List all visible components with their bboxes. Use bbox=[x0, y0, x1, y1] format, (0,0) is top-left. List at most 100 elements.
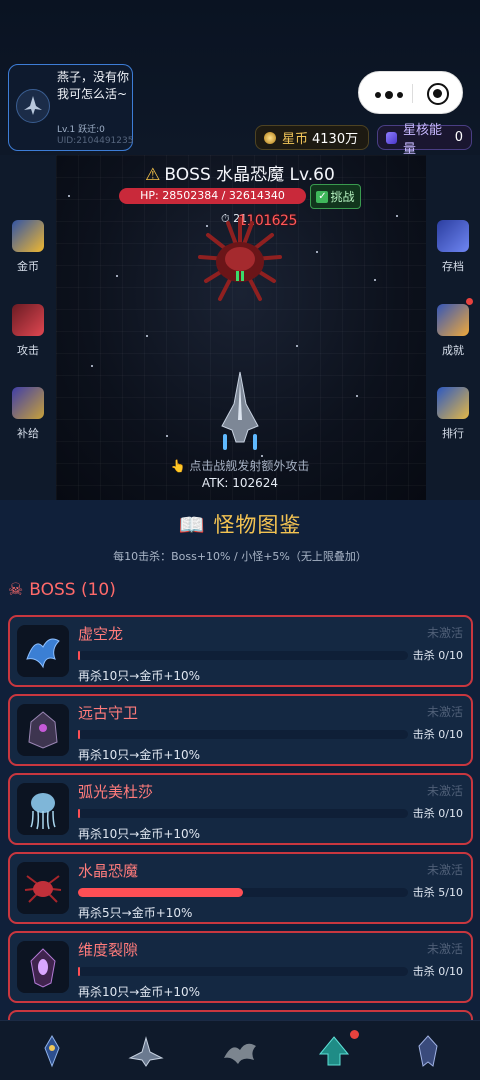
star bbox=[146, 335, 148, 337]
boss-title-text: BOSS 水晶恐魔 Lv.60 bbox=[164, 165, 335, 185]
bottom-nav bbox=[0, 1020, 480, 1080]
miniprogram-capsule bbox=[358, 71, 463, 114]
kill-progress-fill bbox=[78, 809, 80, 818]
codex-card-void-dragon[interactable]: 虚空龙 未激活 击杀 0/10 再杀10只→金币+10% bbox=[8, 615, 473, 687]
side-button-coins[interactable]: 金币 bbox=[0, 220, 56, 274]
crab-icon bbox=[24, 875, 62, 903]
star bbox=[296, 345, 298, 347]
supply-crate-icon bbox=[12, 387, 44, 419]
arc-medusa-thumb bbox=[17, 783, 69, 835]
entry-name: 远古守卫 bbox=[78, 704, 139, 722]
capsule-divider bbox=[412, 84, 413, 103]
check-icon: ✓ bbox=[316, 190, 329, 203]
jellyfish-icon bbox=[30, 793, 56, 830]
kill-progress-track bbox=[78, 730, 408, 739]
boss-title: ⚠ BOSS 水晶恐魔 Lv.60 bbox=[0, 160, 480, 185]
boss-section-title: BOSS (10) bbox=[29, 580, 116, 600]
more-menu-icon[interactable] bbox=[375, 91, 403, 99]
codex-title: 📖 怪物图鉴 bbox=[0, 509, 480, 539]
star bbox=[68, 195, 70, 197]
side-button-achievements[interactable]: 成就 bbox=[426, 304, 480, 358]
profile-uid: UID:2104491235 bbox=[57, 136, 134, 146]
nav-tab-emblem[interactable] bbox=[28, 1029, 76, 1073]
side-button-ranking[interactable]: 排行 bbox=[426, 387, 480, 441]
entry-reward: 再杀10只→金币+10% bbox=[78, 985, 201, 999]
emblem-icon bbox=[44, 1035, 60, 1068]
star bbox=[356, 395, 358, 397]
side-button-supply[interactable]: 补给 bbox=[0, 387, 56, 441]
crystal-horror-boss[interactable] bbox=[190, 215, 290, 305]
nav-tab-fleet[interactable] bbox=[122, 1029, 170, 1073]
codex-card-arc-medusa[interactable]: 弧光美杜莎 未激活 击杀 0/10 再杀10只→金币+10% bbox=[8, 773, 473, 845]
star bbox=[91, 365, 93, 367]
star bbox=[374, 279, 376, 281]
dragon-icon bbox=[26, 638, 60, 669]
close-miniprogram-icon[interactable] bbox=[427, 83, 449, 105]
guardian-icon bbox=[28, 711, 58, 749]
void-dragon-thumb bbox=[17, 625, 69, 677]
entry-state: 未激活 bbox=[426, 863, 463, 877]
rift-icon bbox=[30, 948, 56, 988]
kill-progress-fill bbox=[78, 651, 80, 660]
nav-tab-badge[interactable] bbox=[404, 1029, 452, 1073]
dragon-icon bbox=[224, 1043, 256, 1064]
coin-value: 4130万 bbox=[312, 132, 359, 147]
star bbox=[396, 215, 398, 217]
core-energy-value: 0 bbox=[454, 130, 463, 145]
core-energy-counter: 星核能量 0 bbox=[377, 123, 472, 157]
coin-label: 星币 bbox=[282, 132, 309, 147]
coin-icon bbox=[264, 131, 276, 144]
notification-dot bbox=[466, 298, 473, 305]
kill-progress-track bbox=[78, 967, 408, 976]
profile-level: Lv.1 跃迁:0 bbox=[57, 125, 105, 135]
tap-hint-text: 点击战舰发射额外攻击 bbox=[189, 459, 310, 473]
side-button-label: 存档 bbox=[442, 260, 464, 273]
player-battleship[interactable] bbox=[218, 370, 262, 454]
upgrade-arrow-icon bbox=[318, 1036, 350, 1066]
entry-state: 未激活 bbox=[426, 942, 463, 956]
entry-state: 未激活 bbox=[426, 626, 463, 640]
profile-card[interactable]: 燕子，没有你我可怎么活~ Lv.1 跃迁:0 UID:2104491235 bbox=[8, 64, 133, 151]
kill-progress-fill bbox=[78, 967, 80, 976]
star bbox=[166, 435, 168, 437]
entry-name: 虚空龙 bbox=[78, 625, 124, 643]
side-button-label: 金币 bbox=[17, 260, 39, 273]
skull-icon: ☠ bbox=[8, 580, 24, 600]
attack-stat: ATK: 102624 bbox=[201, 476, 279, 490]
entry-kills: 击杀 5/10 bbox=[412, 886, 463, 899]
boss-hp-bar: HP: 28502384 / 32614340 bbox=[119, 188, 306, 204]
nav-tab-dragon[interactable] bbox=[216, 1029, 264, 1073]
tap-finger-icon: 👆 bbox=[170, 459, 186, 473]
entry-kills: 击杀 0/10 bbox=[412, 965, 463, 978]
entry-state: 未激活 bbox=[426, 784, 463, 798]
entry-name: 弧光美杜莎 bbox=[78, 783, 154, 801]
leaderboard-icon bbox=[437, 387, 469, 419]
game-screen: 燕子，没有你我可怎么活~ Lv.1 跃迁:0 UID:2104491235 星币… bbox=[0, 0, 480, 1080]
entry-name: 水晶恐魔 bbox=[78, 862, 139, 880]
codex-card-crystal-horror[interactable]: 水晶恐魔 未激活 击杀 5/10 再杀5只→金币+10% bbox=[8, 852, 473, 924]
side-button-label: 补给 bbox=[17, 427, 39, 440]
kill-progress-track bbox=[78, 809, 408, 818]
side-button-save[interactable]: 存档 bbox=[426, 220, 480, 274]
codex-card-ancient-guardian[interactable]: 远古守卫 未激活 击杀 0/10 再杀10只→金币+10% bbox=[8, 694, 473, 766]
entry-reward: 再杀10只→金币+10% bbox=[78, 748, 201, 762]
challenge-label: 挑战 bbox=[330, 190, 355, 204]
fleet-icon bbox=[128, 1036, 164, 1067]
ancient-guardian-thumb bbox=[17, 704, 69, 756]
side-button-attack[interactable]: 攻击 bbox=[0, 304, 56, 358]
side-button-label: 排行 bbox=[442, 427, 464, 440]
tap-hint: 👆 点击战舰发射额外攻击 bbox=[0, 457, 480, 474]
save-disk-icon bbox=[437, 220, 469, 252]
entry-kills: 击杀 0/10 bbox=[412, 649, 463, 662]
challenge-button[interactable]: ✓ 挑战 bbox=[310, 184, 361, 209]
crossed-swords-icon bbox=[12, 304, 44, 336]
coin-rocket-icon bbox=[12, 220, 44, 252]
core-energy-label: 星核能量 bbox=[403, 122, 443, 157]
kill-progress-track bbox=[78, 651, 408, 660]
entry-state: 未激活 bbox=[426, 705, 463, 719]
badge-icon bbox=[418, 1035, 438, 1067]
codex-card-dimension-rift[interactable]: 维度裂隙 未激活 击杀 0/10 再杀10只→金币+10% bbox=[8, 931, 473, 1003]
codex-subtitle: 每10击杀：Boss+10% / 小怪+5%（无上限叠加） bbox=[113, 550, 367, 563]
entry-reward: 再杀10只→金币+10% bbox=[78, 827, 201, 841]
entry-reward: 再杀5只→金币+10% bbox=[78, 906, 193, 920]
